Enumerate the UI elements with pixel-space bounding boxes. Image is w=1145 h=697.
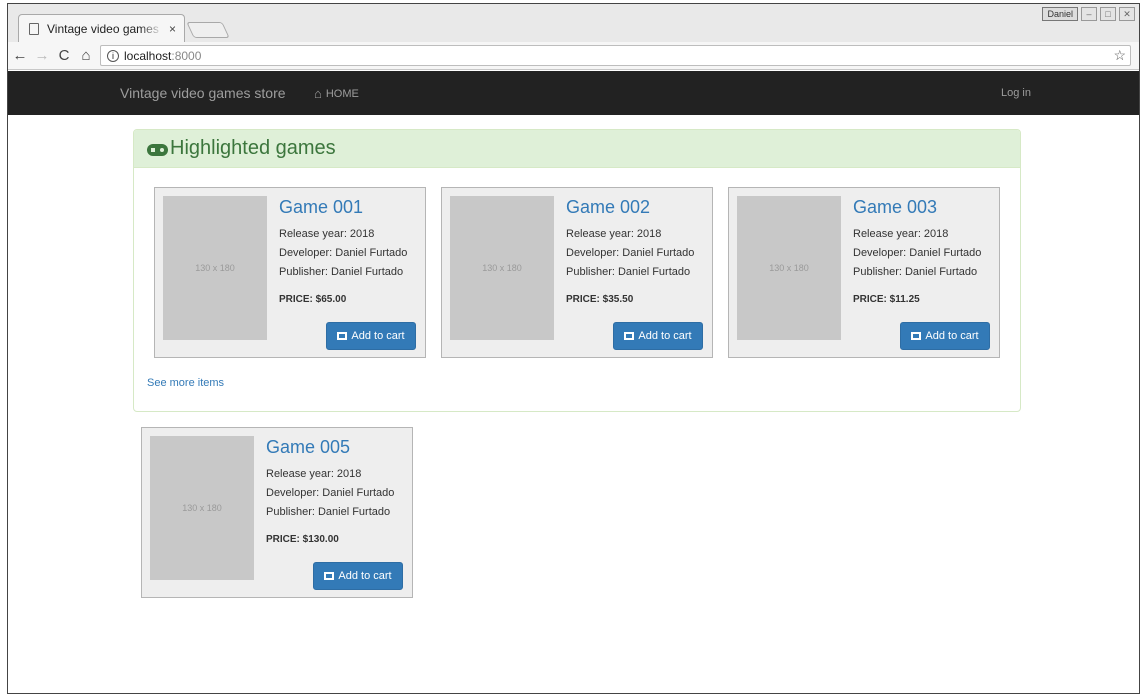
price: PRICE: $11.25 [853, 294, 920, 305]
game-thumbnail: 130 x 180 [450, 196, 554, 340]
minimize-icon[interactable]: – [1081, 7, 1097, 21]
game-title-link[interactable]: Game 005 [266, 437, 350, 458]
browser-toolbar: ← → C ⌂ i localhost :8000 ☆ [8, 42, 1139, 70]
add-to-cart-button[interactable]: Add to cart [900, 322, 990, 350]
panel-heading: Highlighted games [134, 130, 1020, 168]
game-thumbnail: 130 x 180 [163, 196, 267, 340]
developer: Developer: Daniel Furtado [566, 247, 695, 259]
profile-button[interactable]: Daniel [1042, 7, 1078, 21]
page-viewport: Vintage video games store ⌂ HOME Log in … [8, 71, 1139, 693]
login-link[interactable]: Log in [1001, 87, 1031, 99]
home-icon: ⌂ [314, 86, 322, 101]
publisher: Publisher: Daniel Furtado [279, 266, 404, 278]
browser-tab[interactable]: Vintage video games × [18, 14, 185, 42]
cart-icon [324, 572, 335, 580]
game-title-link[interactable]: Game 002 [566, 197, 650, 218]
browser-window: Vintage video games × Daniel – □ ✕ ← → C… [7, 3, 1140, 694]
game-card: 130 x 180 Game 002 Release year: 2018 De… [441, 187, 713, 358]
add-to-cart-button[interactable]: Add to cart [326, 322, 416, 350]
home-browser-icon[interactable]: ⌂ [76, 47, 96, 64]
game-card: 130 x 180 Game 003 Release year: 2018 De… [728, 187, 1000, 358]
developer: Developer: Daniel Furtado [279, 247, 408, 259]
price: PRICE: $35.50 [566, 294, 634, 305]
tab-title: Vintage video games [47, 21, 159, 36]
add-to-cart-label: Add to cart [638, 330, 692, 342]
gamepad-icon [147, 143, 168, 156]
add-to-cart-label: Add to cart [338, 570, 392, 582]
game-title-link[interactable]: Game 001 [279, 197, 363, 218]
game-card: 130 x 180 Game 001 Release year: 2018 De… [154, 187, 426, 358]
game-thumbnail: 130 x 180 [150, 436, 254, 580]
game-thumbnail: 130 x 180 [737, 196, 841, 340]
developer: Developer: Daniel Furtado [266, 487, 395, 499]
cart-icon [624, 332, 635, 340]
publisher: Publisher: Daniel Furtado [853, 266, 978, 278]
add-to-cart-label: Add to cart [925, 330, 979, 342]
publisher: Publisher: Daniel Furtado [266, 506, 391, 518]
price: PRICE: $65.00 [279, 294, 347, 305]
release-year: Release year: 2018 [566, 228, 662, 240]
game-title-link[interactable]: Game 003 [853, 197, 937, 218]
add-to-cart-label: Add to cart [351, 330, 405, 342]
address-port: :8000 [171, 48, 202, 63]
nav-home-link[interactable]: ⌂ HOME [314, 86, 359, 101]
cart-icon [911, 332, 922, 340]
release-year: Release year: 2018 [853, 228, 949, 240]
panel-title: Highlighted games [170, 137, 336, 159]
info-icon[interactable]: i [107, 49, 119, 62]
developer: Developer: Daniel Furtado [853, 247, 982, 259]
add-to-cart-button[interactable]: Add to cart [613, 322, 703, 350]
game-card: 130 x 180 Game 005 Release year: 2018 De… [141, 427, 413, 598]
page-icon [29, 22, 39, 35]
see-more-link[interactable]: See more items [147, 377, 224, 389]
highlighted-games-panel: Highlighted games 130 x 180 Game 001 Rel… [133, 129, 1021, 412]
maximize-icon[interactable]: □ [1100, 7, 1116, 21]
cart-icon [337, 332, 348, 340]
tab-strip: Vintage video games × Daniel – □ ✕ [8, 4, 1139, 42]
nav-home-label: HOME [325, 87, 359, 100]
release-year: Release year: 2018 [279, 228, 375, 240]
forward-icon[interactable]: → [32, 47, 52, 64]
reload-icon[interactable]: C [54, 47, 74, 64]
publisher: Publisher: Daniel Furtado [566, 266, 691, 278]
back-icon[interactable]: ← [10, 47, 30, 64]
close-window-icon[interactable]: ✕ [1119, 7, 1135, 21]
tab-close-icon[interactable]: × [169, 22, 176, 36]
address-host: localhost [124, 48, 172, 63]
site-navbar: Vintage video games store ⌂ HOME Log in [8, 71, 1139, 115]
bookmark-star-icon[interactable]: ☆ [1113, 47, 1126, 64]
add-to-cart-button[interactable]: Add to cart [313, 562, 403, 590]
new-tab-button[interactable] [186, 22, 230, 38]
window-controls: Daniel – □ ✕ [1042, 7, 1135, 21]
price: PRICE: $130.00 [266, 534, 339, 545]
address-bar[interactable]: i localhost :8000 ☆ [100, 45, 1131, 66]
release-year: Release year: 2018 [266, 468, 362, 480]
brand-link[interactable]: Vintage video games store [120, 85, 286, 101]
